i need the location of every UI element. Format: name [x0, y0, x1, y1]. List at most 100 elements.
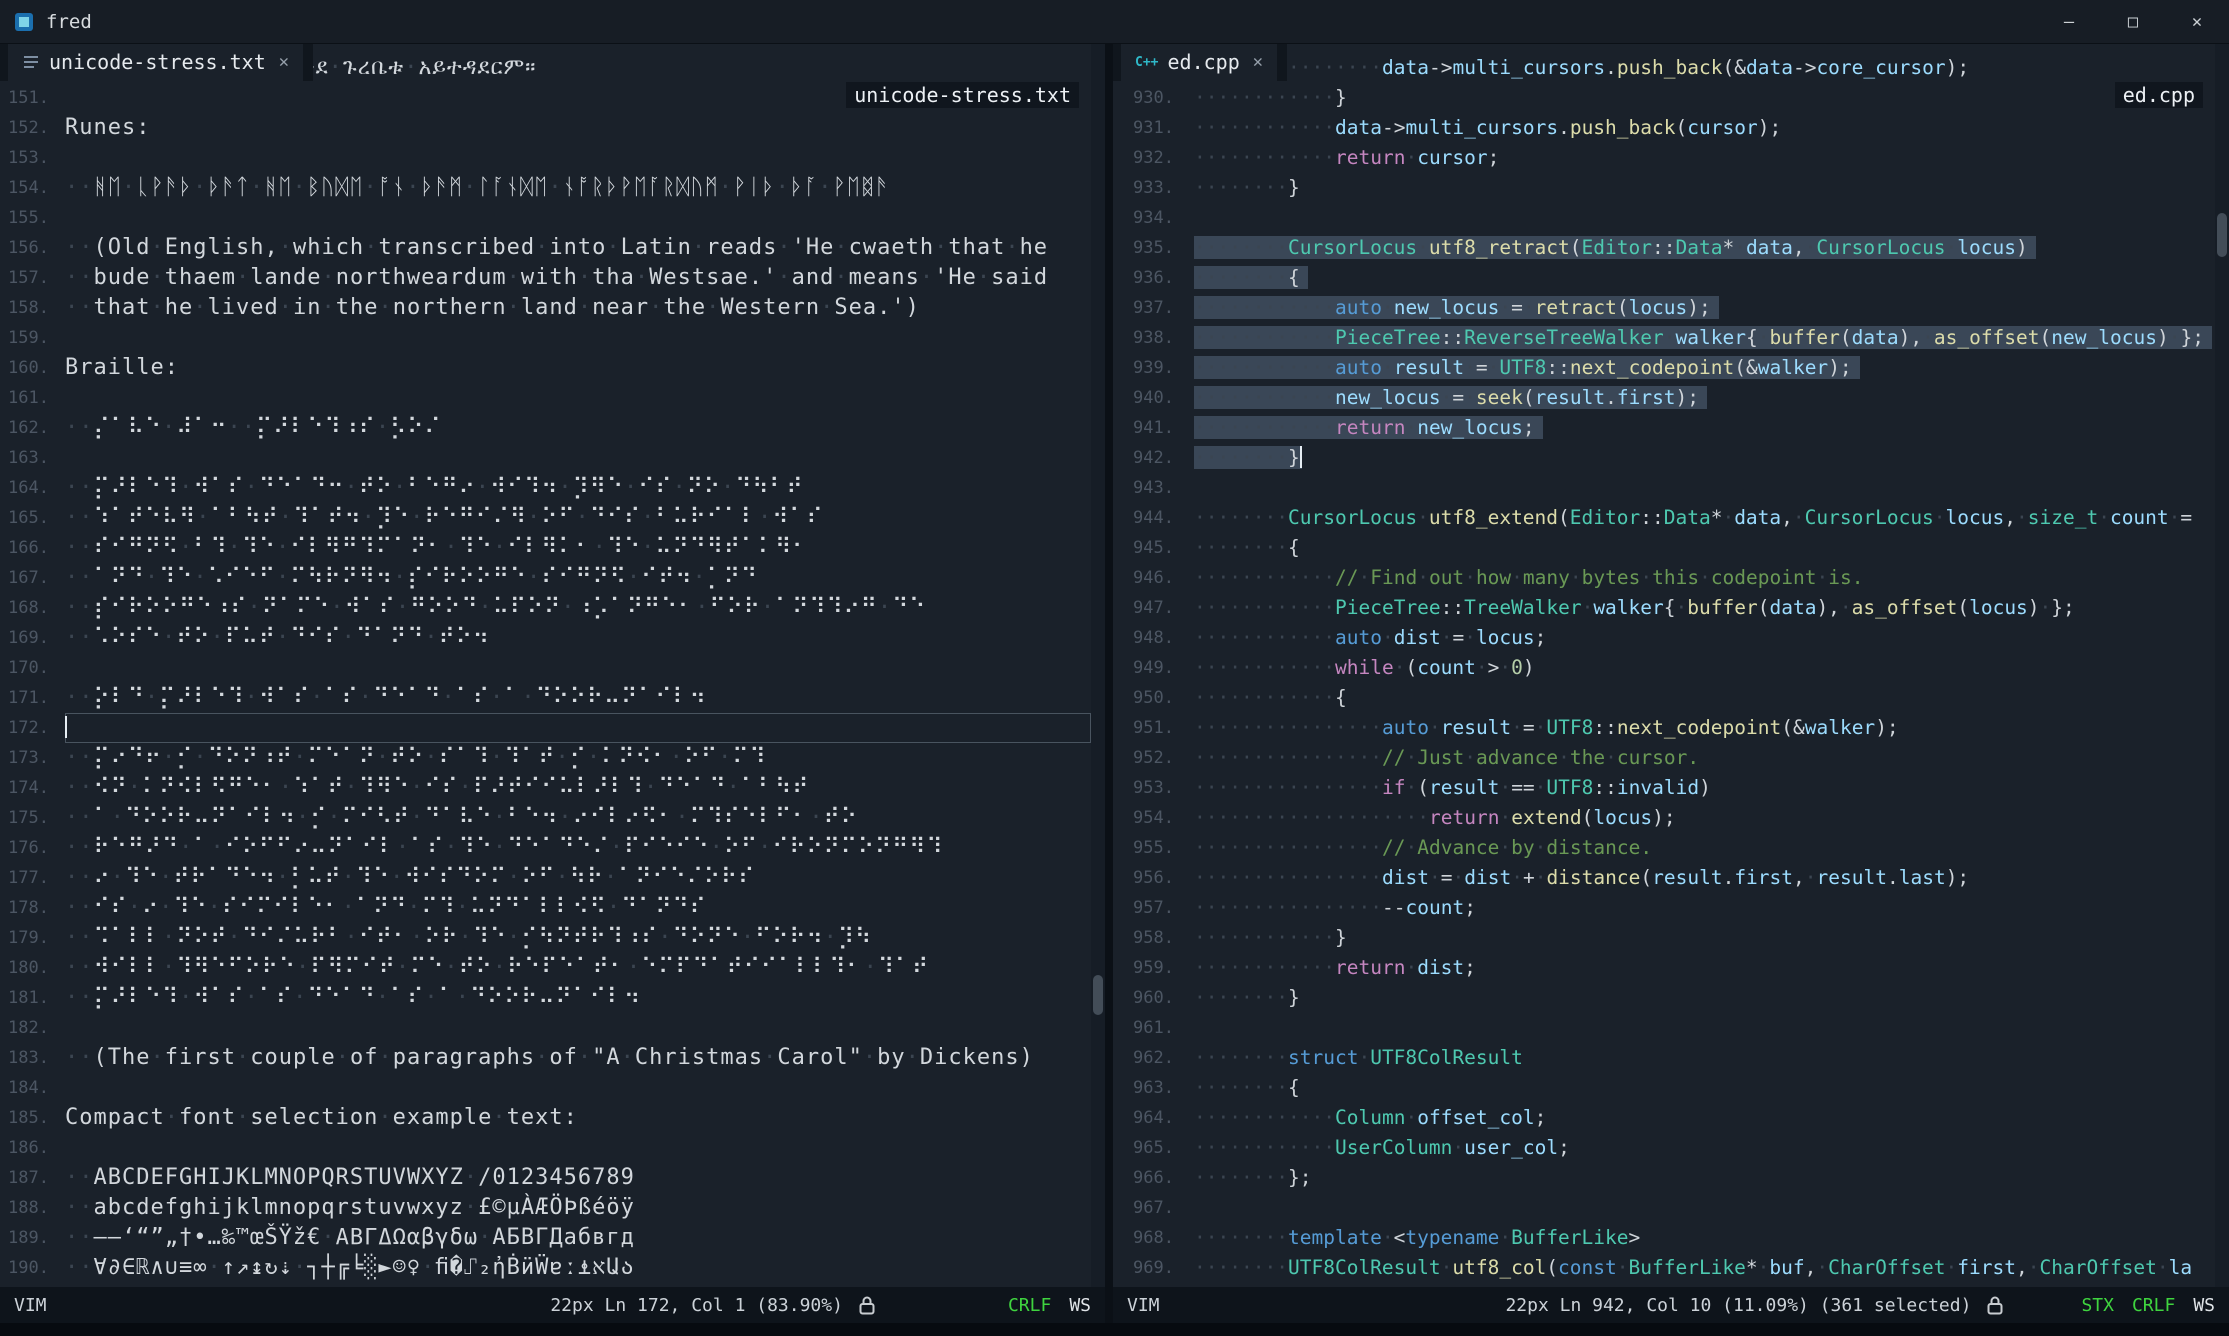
code-line[interactable]: 961.: [1113, 1013, 2215, 1043]
code-line[interactable]: 935.········CursorLocus·utf8_retract(Edi…: [1113, 233, 2215, 263]
code-line[interactable]: 165.··⠱⠁⠞⠑⠧⠻·⠁⠃⠳⠞·⠹⠁⠞⠲·⡹⠑·⠗⠑⠛⠊⠌⠻·⠕⠋·⠙⠊⠎·…: [0, 503, 1091, 533]
code-line[interactable]: 180.··⠺⠊⠇⠇·⠹⠻⠑⠋⠕⠗⠑·⠏⠻⠍⠊⠞·⠍⠑·⠞⠕·⠗⠑⠏⠑⠁⠞⠂·⠑…: [0, 953, 1091, 983]
code-line[interactable]: 938.············PieceTree::ReverseTreeWa…: [1113, 323, 2215, 353]
code-line[interactable]: 187.··ABCDEFGHIJKLMNOPQRSTUVWXYZ·/012345…: [0, 1163, 1091, 1193]
code-line[interactable]: 188.··abcdefghijklmnopqrstuvwxyz·£©µÀÆÖÞ…: [0, 1193, 1091, 1223]
code-line[interactable]: 940.············new_locus·=·seek(result.…: [1113, 383, 2215, 413]
code-line[interactable]: 948.············auto·dist·=·locus;: [1113, 623, 2215, 653]
code-line[interactable]: 957.················--count;: [1113, 893, 2215, 923]
code-line[interactable]: 152.Runes:: [0, 113, 1091, 143]
code-line[interactable]: 177.··⠔·⠹⠑·⠞⠗⠁⠙⠑⠲·⡃⠥⠞·⠹⠑·⠺⠊⠎⠙⠕⠍·⠕⠋·⠳⠗·⠁⠝…: [0, 863, 1091, 893]
vim-mode-indicator[interactable]: VIM: [14, 1295, 47, 1316]
code-line[interactable]: 170.: [0, 653, 1091, 683]
code-line[interactable]: 947.············PieceTree::TreeWalker·wa…: [1113, 593, 2215, 623]
code-line[interactable]: 943.: [1113, 473, 2215, 503]
code-line[interactable]: 931.············data->multi_cursors.push…: [1113, 113, 2215, 143]
code-line[interactable]: 963.········{: [1113, 1073, 2215, 1103]
code-line[interactable]: 186.: [0, 1133, 1091, 1163]
code-line[interactable]: 164.··⡍⠜⠇⠑⠹·⠺⠁⠎·⠙⠑⠁⠙⠒·⠞⠕·⠃⠑⠛⠔·⠺⠊⠹⠲·⡹⠻⠑·⠊…: [0, 473, 1091, 503]
code-line[interactable]: 184.: [0, 1073, 1091, 1103]
code-line[interactable]: 185.Compact·font·selection·example·text:: [0, 1103, 1091, 1133]
code-line[interactable]: 930.············}: [1113, 83, 2215, 113]
code-line[interactable]: 939.············auto·result·=·UTF8::next…: [1113, 353, 2215, 383]
tab-close-icon[interactable]: ✕: [1253, 52, 1263, 72]
code-line[interactable]: 153.: [0, 143, 1091, 173]
code-line[interactable]: 156.··(Old·English,·which·transcribed·in…: [0, 233, 1091, 263]
whitespace-indicator[interactable]: WS: [1069, 1295, 1091, 1316]
maximize-button[interactable]: □: [2101, 0, 2165, 43]
code-line[interactable]: 958.············}: [1113, 923, 2215, 953]
code-line[interactable]: 183.··(The·first·couple·of·paragraphs·of…: [0, 1043, 1091, 1073]
code-line[interactable]: 945.········{: [1113, 533, 2215, 563]
code-line[interactable]: 182.: [0, 1013, 1091, 1043]
tab-unicode-stress-txt[interactable]: unicode-stress.txt ✕: [8, 43, 303, 81]
lock-icon[interactable]: [859, 1295, 875, 1315]
code-line[interactable]: 179.··⠩⠁⠇⠇·⠝⠕⠞·⠙⠊⠌⠥⠗⠃·⠊⠞⠂·⠕⠗·⠹⠑·⡊⠳⠝⠞⠗⠹⠰⠎…: [0, 923, 1091, 953]
code-line[interactable]: 960.········}: [1113, 983, 2215, 1013]
code-line[interactable]: 178.··⠊⠎·⠔·⠹⠑·⠎⠊⠍⠊⠇⠑⠂·⠁⠝⠙·⠍⠹·⠥⠝⠙⠁⠇⠇⠪⠫·⠙⠁…: [0, 893, 1091, 923]
code-line[interactable]: 953.················if·(result·==·UTF8::…: [1113, 773, 2215, 803]
code-line[interactable]: 169.··⠡⠕⠎⠑·⠞⠕·⠏⠥⠞·⠙⠊⠎·⠙⠁⠝⠙·⠞⠕⠲: [0, 623, 1091, 653]
vim-mode-indicator[interactable]: VIM: [1127, 1295, 1160, 1316]
code-line[interactable]: 949.············while·(count·>·0): [1113, 653, 2215, 683]
code-line[interactable]: 942.········}: [1113, 443, 2215, 473]
code-line[interactable]: 932.············return·cursor;: [1113, 143, 2215, 173]
code-line[interactable]: 172.: [0, 713, 1091, 743]
code-line[interactable]: 962.········struct·UTF8ColResult: [1113, 1043, 2215, 1073]
whitespace-indicator[interactable]: WS: [2193, 1295, 2215, 1316]
code-line[interactable]: 966.········};: [1113, 1163, 2215, 1193]
right-scrollbar-thumb[interactable]: [2217, 213, 2227, 257]
code-line[interactable]: 956.················dist·=·dist·+·distan…: [1113, 863, 2215, 893]
close-button[interactable]: ✕: [2165, 0, 2229, 43]
code-line[interactable]: 181.··⡍⠜⠇⠑⠹·⠺⠁⠎·⠁⠎·⠙⠑⠁⠙·⠁⠎·⠁·⠙⠕⠕⠗⠤⠝⠁⠊⠇⠲: [0, 983, 1091, 1013]
code-line[interactable]: 944.········CursorLocus·utf8_extend(Edit…: [1113, 503, 2215, 533]
code-line[interactable]: 176.··⠗⠑⠛⠜⠙·⠁·⠊⠕⠋⠋⠔⠤⠝⠁⠊⠇·⠁⠎·⠹⠑·⠙⠑⠁⠙⠑⠌·⠏⠊…: [0, 833, 1091, 863]
code-line[interactable]: 168.··⡎⠊⠗⠕⠕⠛⠑⠰⠎·⠝⠁⠍⠑·⠺⠁⠎·⠛⠕⠕⠙·⠥⠏⠕⠝·⠰⡡⠁⠝⠛…: [0, 593, 1091, 623]
code-line[interactable]: 157.··bude·thaem·lande·northweardum·with…: [0, 263, 1091, 293]
code-line[interactable]: 155.: [0, 203, 1091, 233]
code-line[interactable]: 955.················//·Advance·by·distan…: [1113, 833, 2215, 863]
code-line[interactable]: 173.··⡍⠔⠙⠖·⡊·⠙⠕⠝⠰⠞·⠍⠑⠁⠝·⠞⠕·⠎⠁⠹·⠹⠁⠞·⡊·⠅⠝⠪…: [0, 743, 1091, 773]
code-line[interactable]: 936.········{: [1113, 263, 2215, 293]
code-line[interactable]: 959.············return·dist;: [1113, 953, 2215, 983]
code-line[interactable]: 952.················//·Just·advance·the·…: [1113, 743, 2215, 773]
code-line[interactable]: 159.: [0, 323, 1091, 353]
eol-indicator[interactable]: CRLF: [2132, 1295, 2175, 1316]
code-line[interactable]: 967.: [1113, 1193, 2215, 1223]
code-line[interactable]: 166.··⠎⠊⠛⠝⠫·⠃⠹·⠹⠑·⠊⠇⠻⠛⠹⠍⠁⠝⠂·⠹⠑·⠊⠇⠻⠅⠂·⠹⠑·…: [0, 533, 1091, 563]
left-scrollbar[interactable]: [1091, 43, 1105, 1287]
code-line[interactable]: 950.············{: [1113, 683, 2215, 713]
eol-indicator[interactable]: CRLF: [1008, 1295, 1051, 1316]
code-line[interactable]: 954.····················return·extend(lo…: [1113, 803, 2215, 833]
lock-icon[interactable]: [1987, 1295, 2003, 1315]
code-line[interactable]: 163.: [0, 443, 1091, 473]
code-line[interactable]: 167.··⠁⠝⠙·⠹⠑·⠡⠊⠑⠋·⠍⠳⠗⠝⠻⠲·⡎⠊⠗⠕⠕⠛⠑·⠎⠊⠛⠝⠫·⠊…: [0, 563, 1091, 593]
tab-close-icon[interactable]: ✕: [279, 52, 289, 72]
code-line[interactable]: 189.··–—‘“”„†•…‰™œŠŸž€·ΑΒΓΔΩαβγδω·АБВГДа…: [0, 1223, 1091, 1253]
code-line[interactable]: 941.············return·new_locus;: [1113, 413, 2215, 443]
code-line[interactable]: 158.··that·he·lived·in·the·northern·land…: [0, 293, 1091, 323]
code-line[interactable]: 190.··∀∂∈ℝ∧∪≡∞·↑↗↨↻⇣·┐┼╔╘░►☺♀·ﬁ�⑀₂ἠḂӥẄɐː…: [0, 1253, 1091, 1283]
encoding-indicator[interactable]: STX: [2081, 1295, 2114, 1316]
left-scrollbar-thumb[interactable]: [1093, 975, 1103, 1015]
tab-ed-cpp[interactable]: C++ ed.cpp ✕: [1121, 43, 1277, 81]
code-line[interactable]: 162.··⡌⠁⠧⠑·⠼⠁⠒··⡍⠜⠇⠑⠹⠰⠎·⡣⠕⠌: [0, 413, 1091, 443]
code-line[interactable]: 171.··⡕⠇⠙·⡍⠜⠇⠑⠹·⠺⠁⠎·⠁⠎·⠙⠑⠁⠙·⠁⠎·⠁·⠙⠕⠕⠗⠤⠝⠁…: [0, 683, 1091, 713]
right-scrollbar[interactable]: [2215, 43, 2229, 1287]
code-line[interactable]: 964.············Column·offset_col;: [1113, 1103, 2215, 1133]
code-line[interactable]: 933.········}: [1113, 173, 2215, 203]
code-line[interactable]: 161.: [0, 383, 1091, 413]
code-line[interactable]: 934.: [1113, 203, 2215, 233]
minimize-button[interactable]: —: [2037, 0, 2101, 43]
code-line[interactable]: 968.········template·<typename·BufferLik…: [1113, 1223, 2215, 1253]
code-line[interactable]: 160.Braille:: [0, 353, 1091, 383]
code-line[interactable]: 965.············UserColumn·user_col;: [1113, 1133, 2215, 1163]
pane-divider[interactable]: [1105, 43, 1113, 1323]
code-line[interactable]: 154.··ᚻᛖ·ᚳᚹᚫᚦ·ᚦᚫᛏ·ᚻᛖ·ᛒᚢᛞᛖ·ᚩᚾ·ᚦᚫᛗ·ᛚᚪᚾᛞᛖ·ᚾ…: [0, 173, 1091, 203]
code-line[interactable]: 175.··⠁·⠙⠕⠕⠗⠤⠝⠁⠊⠇⠲·⡊·⠍⠊⠣⠞·⠙⠁⠧⠑·⠃⠑⠲·⠔⠊⠇⠔⠫…: [0, 803, 1091, 833]
code-line[interactable]: 937.············auto·new_locus·=·retract…: [1113, 293, 2215, 323]
code-line[interactable]: 951.················auto·result·=·UTF8::…: [1113, 713, 2215, 743]
code-line[interactable]: 946.············//·Find·out·how·many·byt…: [1113, 563, 2215, 593]
code-line[interactable]: 174.··⠪⠝·⠅⠝⠪⠇⠫⠛⠑⠂·⠱⠁⠞·⠹⠻⠑·⠊⠎·⠏⠜⠞⠊⠊⠥⠇⠜⠇⠹·…: [0, 773, 1091, 803]
code-line[interactable]: 969.········UTF8ColResult·utf8_col(const…: [1113, 1253, 2215, 1283]
